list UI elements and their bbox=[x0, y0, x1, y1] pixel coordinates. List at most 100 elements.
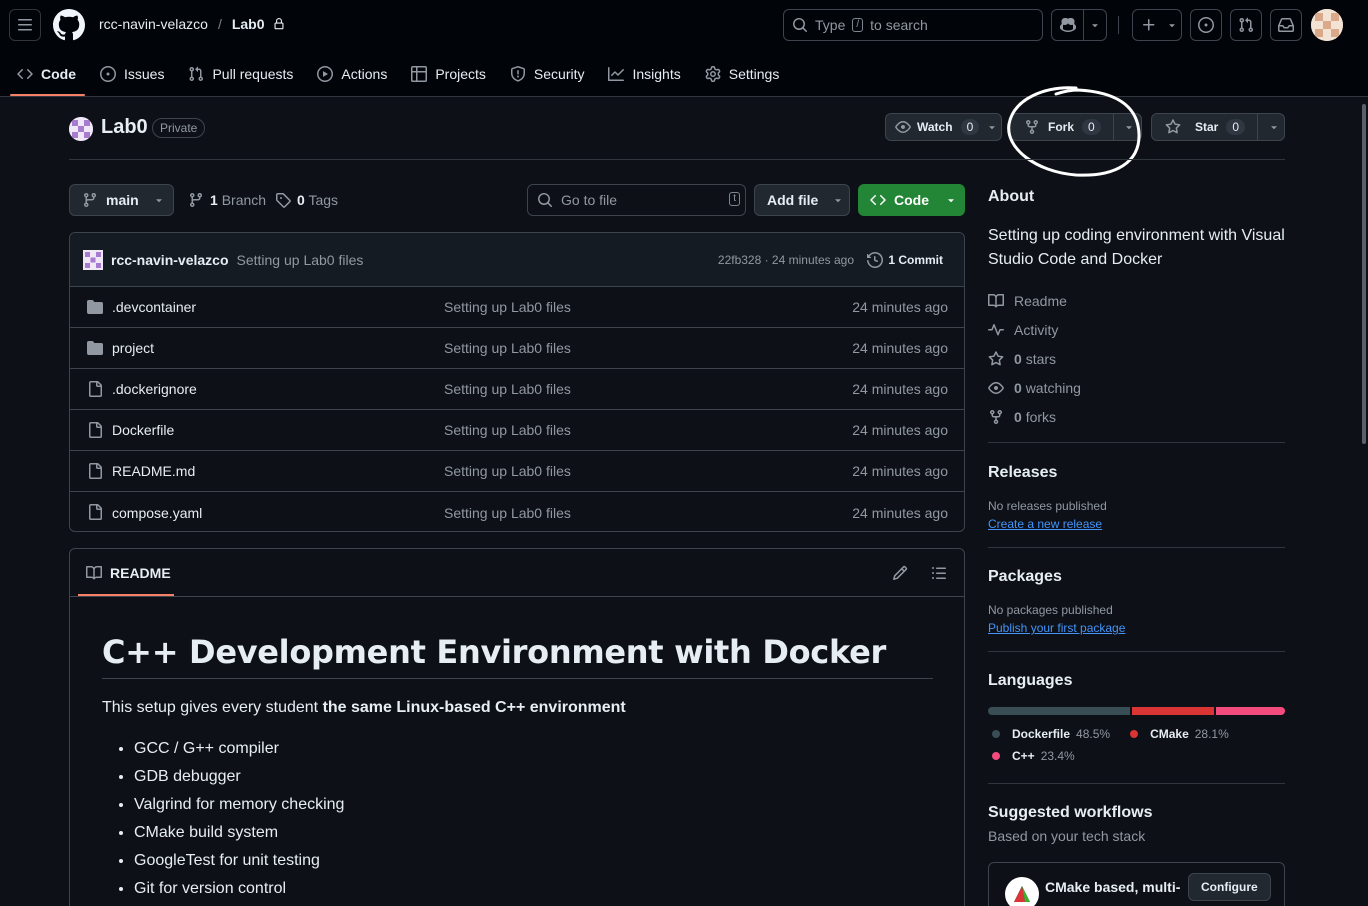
tag-icon bbox=[275, 192, 291, 208]
language-bar-segment[interactable] bbox=[988, 707, 1131, 715]
file-commit-time: 24 minutes ago bbox=[852, 381, 948, 397]
tab-label: Projects bbox=[435, 66, 486, 82]
tab-security[interactable]: Security bbox=[501, 56, 594, 92]
file-commit-message[interactable]: Setting up Lab0 files bbox=[444, 463, 571, 479]
copilot-button[interactable] bbox=[1051, 9, 1107, 41]
file-row[interactable]: compose.yaml Setting up Lab0 files 24 minu… bbox=[70, 492, 964, 531]
commit-author-avatar[interactable] bbox=[83, 249, 103, 270]
configure-button[interactable]: Configure bbox=[1188, 873, 1271, 901]
tag-count: 0 bbox=[297, 192, 305, 208]
go-to-file-shortcut: t bbox=[729, 192, 740, 206]
tab-code[interactable]: Code bbox=[8, 56, 85, 96]
forks-word: forks bbox=[1025, 408, 1057, 425]
add-file-button[interactable]: Add file bbox=[754, 184, 850, 216]
repo-nav-tabs: Code Issues Pull requests Actions Projec… bbox=[8, 56, 788, 96]
file-name[interactable]: .dockerignore bbox=[112, 381, 197, 397]
branches-link[interactable]: 1 Branch bbox=[188, 192, 266, 208]
scrollbar-thumb[interactable] bbox=[1362, 104, 1366, 444]
watching-link[interactable]: 0 watching bbox=[988, 373, 1285, 402]
file-commit-message[interactable]: Setting up Lab0 files bbox=[444, 340, 571, 356]
publish-package-link[interactable]: Publish your first package bbox=[988, 621, 1285, 635]
tab-pull-requests[interactable]: Pull requests bbox=[179, 56, 302, 92]
file-icon bbox=[87, 422, 103, 438]
file-name[interactable]: project bbox=[112, 340, 154, 356]
tab-issues[interactable]: Issues bbox=[91, 56, 173, 92]
file-name[interactable]: .devcontainer bbox=[112, 299, 196, 315]
watch-button[interactable]: Watch 0 bbox=[885, 113, 1002, 141]
chevron-down-icon[interactable] bbox=[1268, 121, 1280, 133]
folder-icon bbox=[87, 299, 103, 315]
language-bar-segment[interactable] bbox=[1132, 707, 1215, 715]
language-color-dot bbox=[1130, 730, 1139, 738]
search-icon bbox=[792, 17, 808, 33]
repo-title[interactable]: Lab0 bbox=[101, 116, 148, 139]
activity-link-label: Activity bbox=[1014, 321, 1059, 338]
file-commit-message[interactable]: Setting up Lab0 files bbox=[444, 505, 571, 521]
file-row[interactable]: Dockerfile Setting up Lab0 files 24 minute… bbox=[70, 410, 964, 451]
eye-icon bbox=[988, 380, 1004, 396]
branch-selector[interactable]: main bbox=[69, 184, 174, 216]
commit-message[interactable]: Setting up Lab0 files bbox=[237, 252, 364, 268]
tab-label: Settings bbox=[728, 66, 780, 82]
user-avatar[interactable] bbox=[1311, 9, 1343, 41]
file-name[interactable]: compose.yaml bbox=[112, 505, 202, 521]
language-dockerfile[interactable]: Dockerfile 48.5% bbox=[992, 727, 1110, 741]
language-color-dot bbox=[992, 752, 1000, 760]
shield-icon bbox=[510, 66, 526, 82]
github-logo-icon[interactable] bbox=[53, 9, 85, 41]
stars-link[interactable]: 0 stars bbox=[988, 344, 1285, 373]
go-to-file-input[interactable]: Go to file t bbox=[527, 184, 746, 216]
tab-insights[interactable]: Insights bbox=[599, 56, 689, 92]
readme-link[interactable]: Readme bbox=[988, 286, 1285, 315]
readme-intro: This setup gives every student the same … bbox=[102, 699, 626, 717]
activity-link[interactable]: Activity bbox=[988, 315, 1285, 344]
language-bar-segment[interactable] bbox=[1216, 707, 1285, 715]
file-row[interactable]: .devcontainer Setting up Lab0 files 24 min… bbox=[70, 287, 964, 328]
hamburger-icon bbox=[17, 17, 33, 33]
commit-sha-time[interactable]: 22fb328 · 24 minutes ago bbox=[718, 253, 854, 267]
file-commit-message[interactable]: Setting up Lab0 files bbox=[444, 381, 571, 397]
commit-author[interactable]: rcc-navin-velazco bbox=[111, 252, 229, 268]
tab-actions[interactable]: Actions bbox=[308, 56, 396, 92]
create-release-link[interactable]: Create a new release bbox=[988, 517, 1285, 531]
create-new-button[interactable] bbox=[1132, 9, 1182, 41]
packages-title[interactable]: Packages bbox=[988, 568, 1285, 586]
commits-link[interactable]: 1 Commit bbox=[867, 251, 943, 268]
menu-button[interactable] bbox=[9, 9, 41, 41]
file-row[interactable]: .dockerignore Setting up Lab0 files 24 min… bbox=[70, 369, 964, 410]
tab-projects[interactable]: Projects bbox=[402, 56, 495, 92]
file-name[interactable]: Dockerfile bbox=[112, 422, 174, 438]
issues-header-button[interactable] bbox=[1190, 9, 1222, 41]
readme-tab[interactable]: README bbox=[86, 565, 171, 581]
inbox-button[interactable] bbox=[1270, 9, 1302, 41]
list-unordered-icon[interactable] bbox=[931, 565, 947, 581]
tab-label: Code bbox=[41, 66, 76, 82]
repo-link[interactable]: Lab0 bbox=[232, 16, 265, 32]
tags-link[interactable]: 0 Tags bbox=[275, 192, 338, 208]
readme-tab-label: README bbox=[110, 565, 171, 581]
language-cpp[interactable]: C++ 23.4% bbox=[992, 749, 1075, 763]
scrollbar-track[interactable] bbox=[1360, 100, 1368, 906]
pull-requests-header-button[interactable] bbox=[1230, 9, 1262, 41]
file-commit-message[interactable]: Setting up Lab0 files bbox=[444, 299, 571, 315]
file-commit-time: 24 minutes ago bbox=[852, 463, 948, 479]
folder-icon bbox=[87, 340, 103, 356]
readme-panel: README C++ Development Environment with … bbox=[69, 548, 965, 906]
file-commit-message[interactable]: Setting up Lab0 files bbox=[444, 422, 571, 438]
code-dropdown-button[interactable]: Code bbox=[858, 184, 965, 216]
pencil-icon[interactable] bbox=[892, 565, 908, 581]
forks-link[interactable]: 0 forks bbox=[988, 402, 1285, 431]
heading-divider bbox=[102, 678, 933, 679]
owner-link[interactable]: rcc-navin-velazco bbox=[99, 16, 208, 32]
file-name[interactable]: README.md bbox=[112, 463, 195, 479]
search-input[interactable]: Type / to search bbox=[783, 9, 1043, 41]
watch-label: Watch bbox=[917, 120, 953, 134]
file-row[interactable]: README.md Setting up Lab0 files 24 minutes… bbox=[70, 451, 964, 492]
file-row[interactable]: project Setting up Lab0 files 24 minutes a… bbox=[70, 328, 964, 369]
tab-settings[interactable]: Settings bbox=[696, 56, 789, 92]
language-cmake[interactable]: CMake 28.1% bbox=[1130, 727, 1229, 741]
star-button[interactable]: Star 0 bbox=[1151, 113, 1285, 141]
code-icon bbox=[17, 66, 33, 82]
releases-title[interactable]: Releases bbox=[988, 464, 1285, 482]
tab-label: Pull requests bbox=[212, 66, 294, 82]
